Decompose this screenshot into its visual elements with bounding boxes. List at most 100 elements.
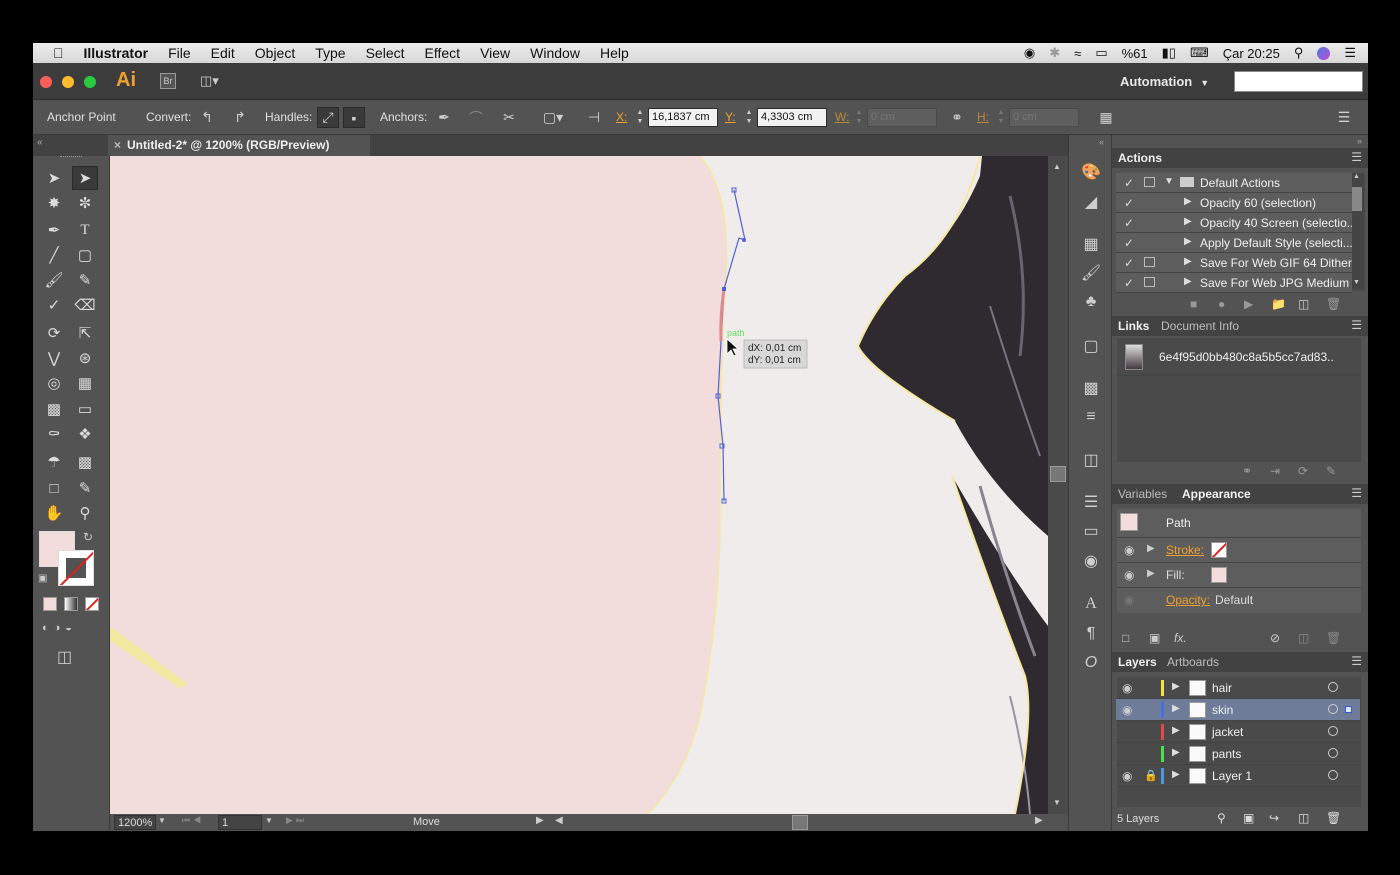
gradient-mode-button[interactable] xyxy=(64,597,78,611)
opacity-label[interactable]: Opacity: xyxy=(1166,593,1210,607)
shape-builder-tool-icon[interactable]: ◎ xyxy=(41,371,67,395)
h-label[interactable]: H: xyxy=(977,110,989,124)
blend-tool-icon[interactable]: ❖ xyxy=(72,422,98,446)
layer-row[interactable]: ◉ ▶ skin xyxy=(1116,699,1360,721)
play-icon[interactable]: ▶ xyxy=(1244,297,1253,311)
collapse-dock-icon[interactable]: » xyxy=(1357,136,1362,146)
brushes-panel-icon[interactable]: 🖌 xyxy=(1079,262,1103,284)
artboard-field[interactable]: 1 xyxy=(218,815,262,830)
gradient-panel-icon[interactable]: ▭ xyxy=(1079,520,1103,542)
artboard-prev-icons[interactable]: ⏮◀ xyxy=(182,815,204,826)
hand-tool-icon[interactable]: ✋ xyxy=(41,501,67,525)
zoom-field[interactable]: 1200% xyxy=(114,815,156,830)
artboard-tool-icon[interactable]: □ xyxy=(41,476,67,500)
add-fill-icon[interactable]: ▣ xyxy=(1149,631,1160,645)
tab-actions[interactable]: Actions xyxy=(1118,151,1162,165)
y-label[interactable]: Y: xyxy=(725,110,736,124)
menu-window[interactable]: Window xyxy=(520,45,590,61)
scroll-thumb[interactable] xyxy=(1050,466,1066,482)
expand-stroke-icon[interactable]: ▶ xyxy=(1147,543,1155,554)
transform-panel-icon[interactable]: ▢ xyxy=(1079,335,1103,357)
color-mode-button[interactable] xyxy=(43,597,57,611)
apple-icon[interactable]:  xyxy=(33,45,74,61)
lasso-tool-icon[interactable]: ✼ xyxy=(72,191,98,215)
collapse-icon[interactable]: ▼ xyxy=(1164,176,1174,187)
tab-links[interactable]: Links xyxy=(1118,319,1149,333)
x-label[interactable]: X: xyxy=(616,110,627,124)
graphic-styles-panel-icon[interactable]: ◉ xyxy=(1079,550,1103,572)
selection-indicator-icon[interactable] xyxy=(1345,706,1352,713)
expand-icon[interactable]: ▶ xyxy=(1184,256,1192,267)
character-panel-icon[interactable]: A xyxy=(1079,593,1103,615)
action-enabled-check-icon[interactable]: ✓ xyxy=(1124,236,1134,250)
artboard-dropdown-icon[interactable]: ▼ xyxy=(265,816,273,825)
symbol-sprayer-tool-icon[interactable]: ☂ xyxy=(41,450,67,474)
action-enabled-check-icon[interactable]: ✓ xyxy=(1124,196,1134,210)
selection-tool-icon[interactable]: ➤ xyxy=(41,166,67,190)
delete-layer-icon[interactable]: 🗑 xyxy=(1326,811,1341,825)
h-field[interactable]: 0 cm xyxy=(1009,108,1079,127)
remove-anchor-icon[interactable]: ✒ xyxy=(433,107,455,128)
target-icon[interactable] xyxy=(1328,726,1338,736)
action-enabled-check-icon[interactable]: ✓ xyxy=(1124,176,1134,190)
layer-row[interactable]: ▶ pants xyxy=(1116,743,1360,765)
paragraph-panel-icon[interactable]: ¶ xyxy=(1079,623,1103,645)
swatches-panel-icon[interactable]: ▦ xyxy=(1079,233,1103,255)
opacity-row[interactable]: ◉ Opacity: Default xyxy=(1117,587,1361,612)
pencil-tool-icon[interactable]: ✎ xyxy=(72,268,98,292)
color-panel-icon[interactable]: 🎨 xyxy=(1079,161,1103,183)
lock-icon[interactable]: 🔒 xyxy=(1144,769,1158,782)
bluetooth-icon[interactable]: ✱ xyxy=(1049,45,1060,61)
connect-anchors-icon[interactable]: ⌒ xyxy=(465,107,487,128)
gradient-tool-icon[interactable]: ▭ xyxy=(72,397,98,421)
close-tab-icon[interactable]: × xyxy=(114,138,121,152)
free-transform-tool-icon[interactable]: ⊛ xyxy=(72,346,98,370)
stroke-swatch[interactable] xyxy=(1211,542,1227,558)
convert-to-smooth-icon[interactable]: ↱ xyxy=(229,107,251,128)
w-field[interactable]: 0 cm xyxy=(867,108,937,127)
layer-name[interactable]: jacket xyxy=(1212,725,1243,739)
new-action-icon[interactable]: ◫ xyxy=(1298,297,1309,311)
record-icon[interactable]: ◉ xyxy=(1024,45,1035,61)
dialog-toggle-icon[interactable] xyxy=(1144,177,1155,187)
scroll-right-icon[interactable]: ▶ xyxy=(1035,815,1043,826)
visibility-eye-icon[interactable]: ◉ xyxy=(1122,681,1132,695)
link-row[interactable]: 6e4f95d0bb480c8a5b5cc7ad83.. xyxy=(1117,338,1361,376)
w-label[interactable]: W: xyxy=(835,110,849,124)
draw-mode-icons[interactable]: ◐◑◒ xyxy=(42,622,102,638)
duplicate-item-icon[interactable]: ◫ xyxy=(1298,631,1309,645)
eye-icon[interactable]: ◉ xyxy=(1124,593,1134,607)
horizontal-scroll-thumb[interactable] xyxy=(792,815,808,830)
clock[interactable]: Çar 20:25 xyxy=(1223,46,1280,61)
add-stroke-icon[interactable]: □ xyxy=(1122,631,1129,645)
action-enabled-check-icon[interactable]: ✓ xyxy=(1124,276,1134,290)
status-menu-icon[interactable]: ▶ xyxy=(536,815,544,826)
action-enabled-check-icon[interactable]: ✓ xyxy=(1124,216,1134,230)
target-icon[interactable] xyxy=(1328,748,1338,758)
layer-name[interactable]: pants xyxy=(1212,747,1241,761)
slice-tool-icon[interactable]: ✎ xyxy=(72,476,98,500)
none-mode-button[interactable] xyxy=(85,597,99,611)
record-action-icon[interactable]: ● xyxy=(1218,297,1225,311)
zoom-tool-icon[interactable]: ⚲ xyxy=(72,501,98,525)
tab-layers[interactable]: Layers xyxy=(1118,655,1157,669)
locate-object-icon[interactable]: ⚲ xyxy=(1217,811,1226,825)
pathfinder-panel-icon[interactable]: ≡ xyxy=(1079,406,1103,428)
layer-row[interactable]: ◉ ▶ hair xyxy=(1116,677,1360,699)
tab-appearance[interactable]: Appearance xyxy=(1182,487,1251,501)
expand-icon[interactable]: ▶ xyxy=(1184,216,1192,227)
app-menu[interactable]: Illustrator xyxy=(74,45,159,61)
airplay-icon[interactable]: ▭ xyxy=(1095,45,1107,61)
y-stepper-icon[interactable]: ▲ ▼ xyxy=(743,108,755,127)
menu-help[interactable]: Help xyxy=(590,45,639,61)
visibility-eye-icon[interactable]: ◉ xyxy=(1122,769,1132,783)
stop-icon[interactable]: ■ xyxy=(1190,297,1197,311)
swap-fill-stroke-icon[interactable]: ↻ xyxy=(83,530,93,544)
pen-tool-icon[interactable]: ✒ xyxy=(41,218,67,242)
minimize-window-button[interactable] xyxy=(62,76,74,88)
links-panel-menu-icon[interactable]: ☰ xyxy=(1351,318,1362,332)
eyedropper-tool-icon[interactable]: ⚰ xyxy=(41,422,67,446)
menu-effect[interactable]: Effect xyxy=(415,45,471,61)
color-guide-icon[interactable]: ◢ xyxy=(1079,191,1103,213)
scroll-down-icon[interactable]: ▼ xyxy=(1053,798,1061,807)
